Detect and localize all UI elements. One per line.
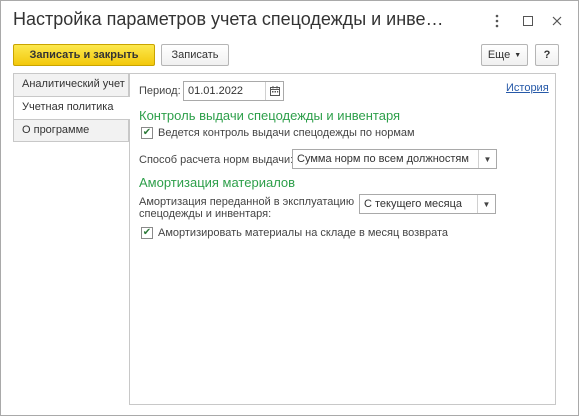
toolbar: Записать и закрыть Записать Еще ▼ ?	[13, 44, 566, 68]
history-link[interactable]: История	[506, 82, 549, 94]
settings-window: Настройка параметров учета спецодежды и …	[0, 0, 579, 416]
chevron-down-icon[interactable]: ▼	[477, 195, 495, 213]
period-input[interactable]: 01.01.2022	[183, 81, 284, 101]
issue-control-checkbox[interactable]: ✔	[141, 127, 153, 139]
window-title: Настройка параметров учета спецодежды и …	[13, 9, 444, 29]
maximize-icon[interactable]	[518, 11, 538, 31]
amort-select[interactable]: С текущего месяца ▼	[359, 194, 496, 214]
help-button[interactable]: ?	[535, 44, 559, 66]
chevron-down-icon[interactable]: ▼	[478, 150, 496, 168]
check-icon: ✔	[142, 227, 152, 238]
section-title-issue-control: Контроль выдачи спецодежды и инвентаря	[139, 108, 401, 123]
chevron-down-icon: ▼	[514, 51, 522, 59]
tab-analytics[interactable]: Аналитический учет	[13, 73, 129, 96]
calc-method-label: Способ расчета норм выдачи:	[139, 154, 294, 166]
amort-label-line1: Амортизация переданной в эксплуатацию	[139, 196, 355, 208]
amortize-on-return-label: Амортизировать материалы на складе в мес…	[158, 227, 448, 239]
section-title-amortization: Амортизация материалов	[139, 175, 296, 190]
calc-method-select[interactable]: Сумма норм по всем должностям ▼	[292, 149, 497, 169]
check-icon: ✔	[142, 127, 152, 138]
calendar-icon[interactable]	[265, 82, 283, 100]
vertical-dots-icon[interactable]	[487, 11, 507, 31]
amort-value: С текущего месяца	[364, 198, 463, 210]
period-value: 01.01.2022	[188, 85, 244, 97]
save-and-close-button[interactable]: Записать и закрыть	[13, 44, 155, 66]
calc-method-value: Сумма норм по всем должностям	[297, 153, 469, 165]
tab-content-panel: Период: 01.01.2022 История Контроль выда…	[129, 73, 556, 405]
amortize-on-return-checkbox[interactable]: ✔	[141, 227, 153, 239]
close-icon[interactable]	[547, 11, 567, 31]
amort-label-line2: спецодежды и инвентаря:	[139, 208, 272, 220]
period-label: Период:	[139, 85, 181, 97]
tab-accounting-policy[interactable]: Учетная политика	[13, 96, 130, 119]
title-bar: Настройка параметров учета спецодежды и …	[1, 1, 578, 41]
more-button[interactable]: Еще ▼	[481, 44, 528, 66]
tab-about[interactable]: О программе	[13, 119, 129, 142]
issue-control-label: Ведется контроль выдачи спецодежды по но…	[158, 127, 415, 139]
save-button[interactable]: Записать	[161, 44, 229, 66]
tab-list: Аналитический учет Учетная политика О пр…	[13, 73, 130, 142]
more-label: Еще	[487, 49, 511, 61]
